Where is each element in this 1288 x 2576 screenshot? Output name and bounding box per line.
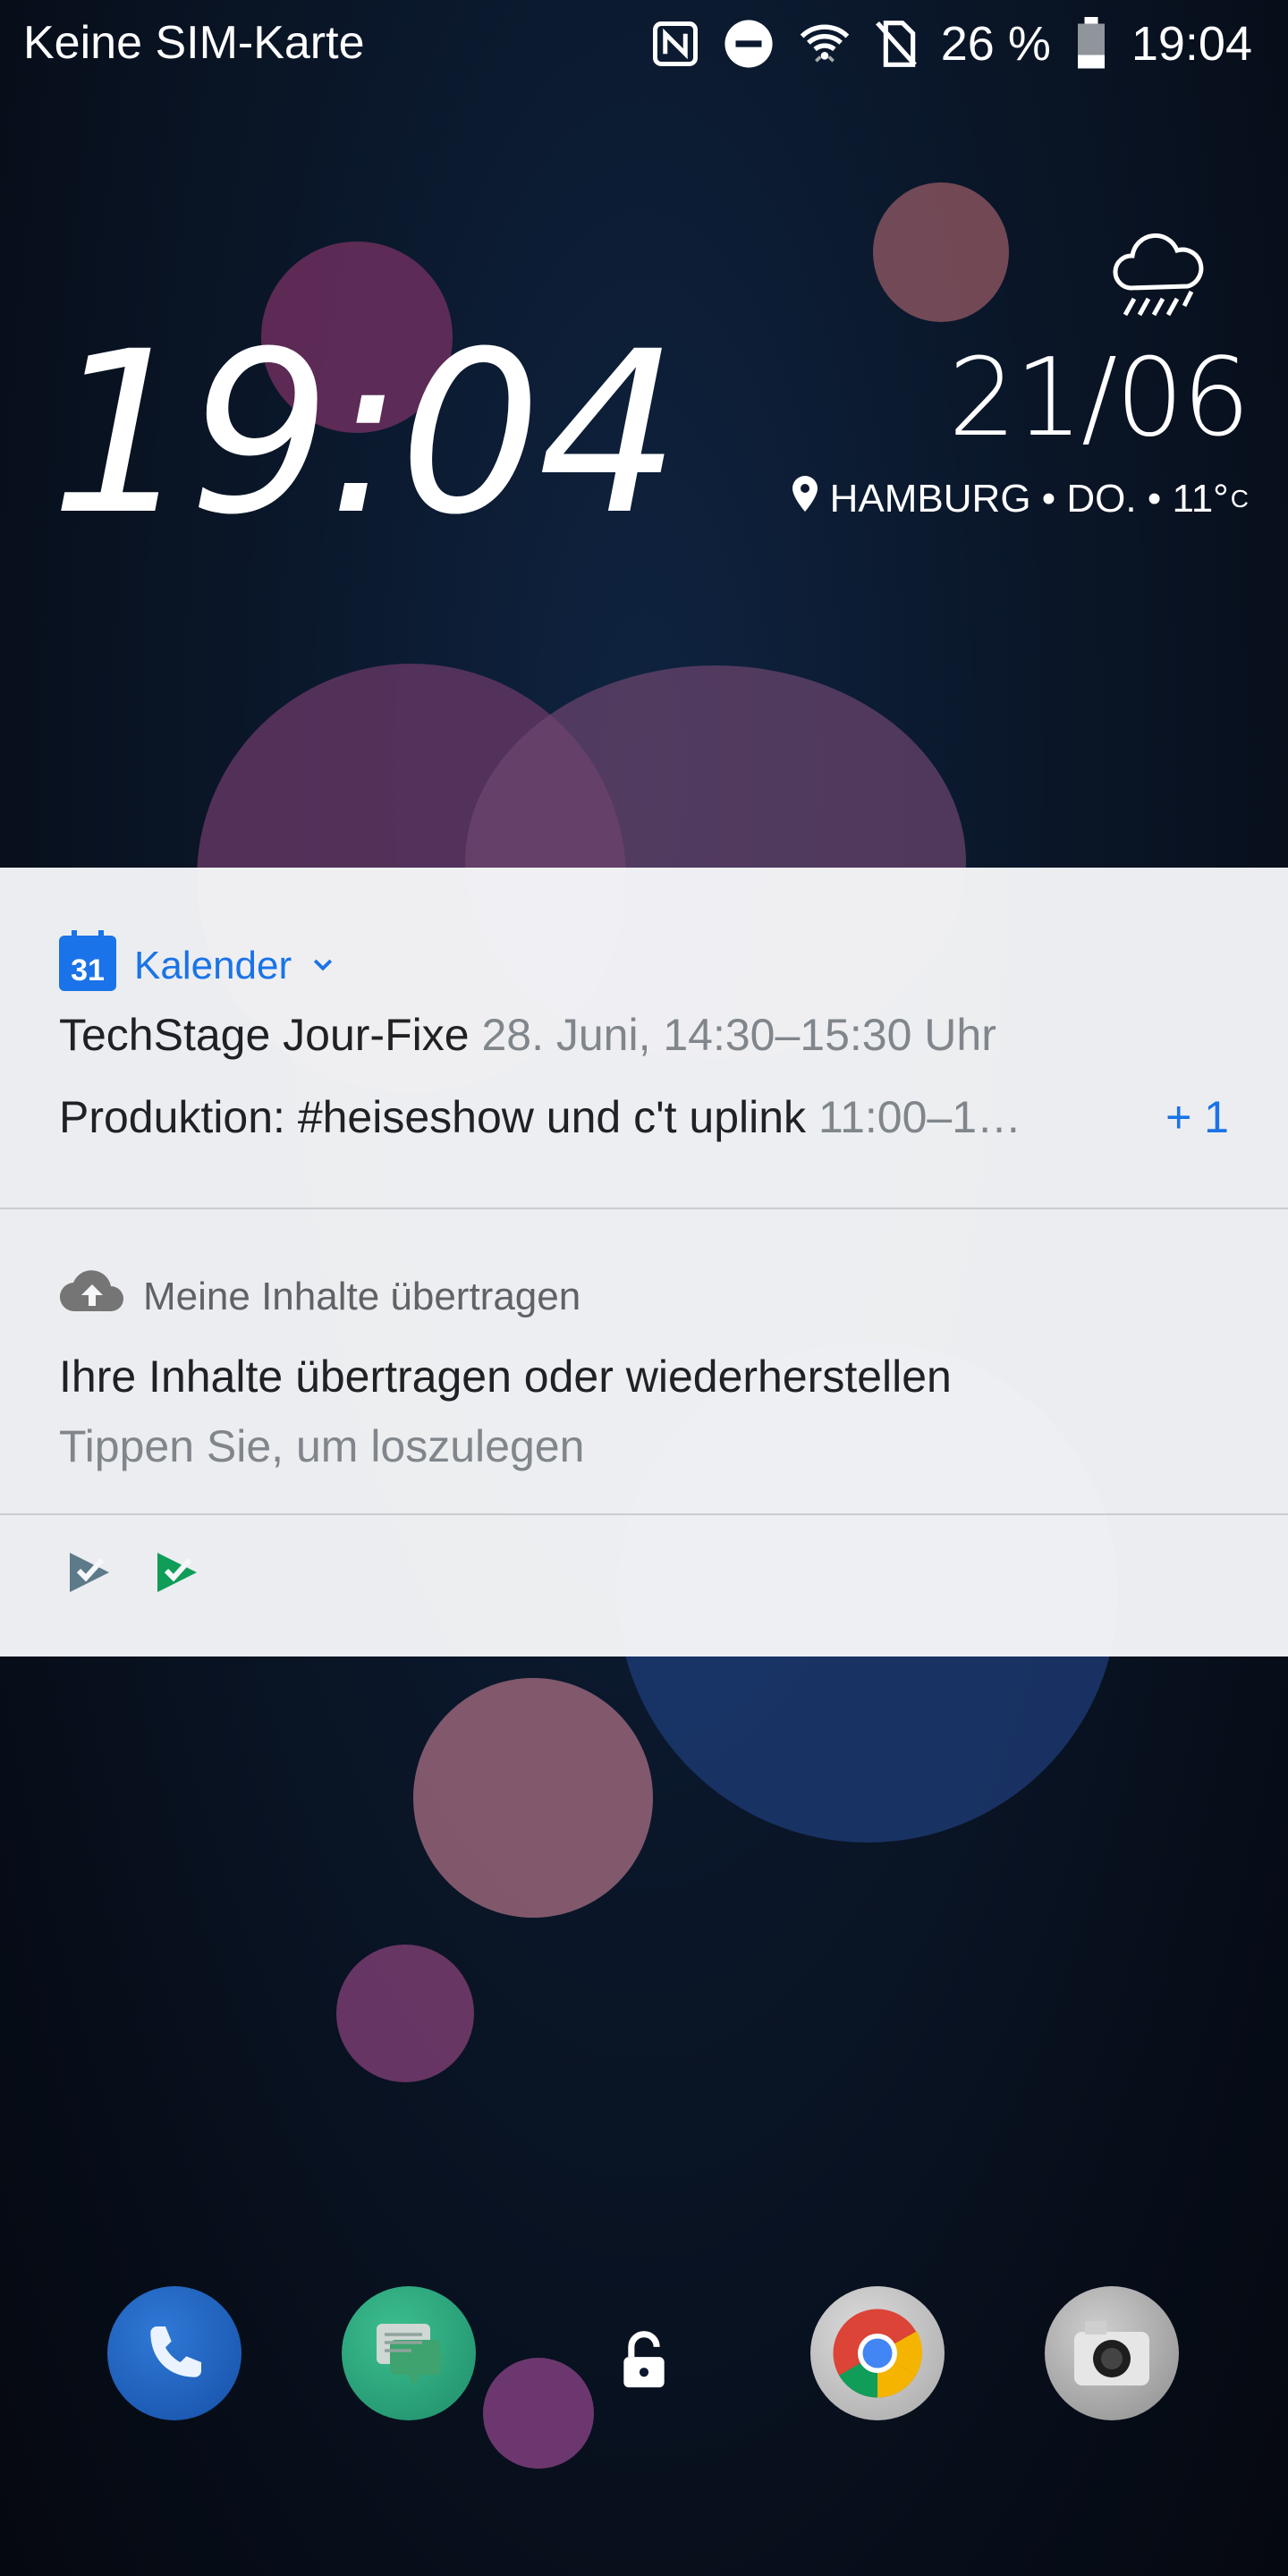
transfer-title: Ihre Inhalte übertragen oder wiederherst… <box>59 1352 952 1402</box>
battery-icon <box>1074 17 1108 71</box>
event-2-time: 11:00–1… <box>818 1092 1021 1142</box>
calendar-app-icon: 31 <box>59 930 116 1001</box>
calendar-icon-day: 31 <box>71 953 105 987</box>
rain-cloud-icon <box>1106 231 1213 334</box>
battery-percent: 26 % <box>940 17 1051 71</box>
transfer-app-name: Meine Inhalte übertragen <box>143 1274 581 1318</box>
lockscreen-clock: 19:04 <box>50 303 680 564</box>
calendar-event-2[interactable]: Produktion: #heiseshow und c't uplink 11… <box>59 1091 1021 1143</box>
date-weather-widget[interactable]: 21/06 HAMBURG • DO. • 11° C <box>792 231 1250 521</box>
event-2-title: Produktion: #heiseshow und c't uplink <box>59 1092 807 1142</box>
calendar-notification[interactable]: 31 Kalender TechStage Jour-Fixe 28. Juni… <box>0 868 1288 1209</box>
notification-panel: 31 Kalender TechStage Jour-Fixe 28. Juni… <box>0 868 1288 1657</box>
cloud-upload-icon <box>59 1268 125 1325</box>
status-time: 19:04 <box>1131 17 1252 71</box>
wallpaper-blob <box>483 2358 594 2469</box>
collapsed-notifications-row[interactable] <box>0 1515 1288 1657</box>
status-bar: Keine SIM-Karte 26 % 19:04 <box>0 0 1288 86</box>
calendar-event-1[interactable]: TechStage Jour-Fixe 28. Juni, 14:30–15:3… <box>59 1009 996 1061</box>
carrier-label: Keine SIM-Karte <box>23 17 365 69</box>
lockscreen-date: 21/06 <box>948 336 1250 461</box>
unlock-icon[interactable] <box>617 2329 671 2394</box>
wallpaper-blob <box>336 1945 474 2082</box>
notification-header[interactable]: 31 Kalender <box>59 930 336 1001</box>
chevron-down-icon[interactable] <box>309 944 336 988</box>
event-1-time: 28. Juni, 14:30–15:30 Uhr <box>481 1010 996 1060</box>
temperature-unit: C <box>1230 484 1249 513</box>
phone-app-icon[interactable] <box>107 2286 242 2420</box>
tasks-green-icon <box>152 1547 202 1602</box>
transfer-subtitle: Tippen Sie, um loszulegen <box>59 1421 585 1471</box>
tasks-grey-icon <box>64 1547 114 1602</box>
more-events-badge[interactable]: + 1 <box>1165 1091 1229 1143</box>
calendar-app-name: Kalender <box>134 943 292 987</box>
no-sim-icon <box>875 19 918 69</box>
nfc-icon <box>651 20 699 68</box>
event-1-title: TechStage Jour-Fixe <box>59 1010 470 1060</box>
location-line: HAMBURG • DO. • 11° C <box>792 476 1249 521</box>
camera-app-icon[interactable] <box>1045 2286 1179 2420</box>
location-pin-icon <box>792 476 818 521</box>
wifi-icon <box>798 18 852 70</box>
location-weather-text: HAMBURG • DO. • 11° <box>829 476 1229 521</box>
chrome-app-icon[interactable] <box>810 2286 945 2420</box>
transfer-notification[interactable]: Meine Inhalte übertragen Ihre Inhalte üb… <box>0 1209 1288 1515</box>
notification-header: Meine Inhalte übertragen <box>59 1268 580 1325</box>
wallpaper-blob <box>413 1678 653 1918</box>
messages-app-icon[interactable] <box>342 2286 476 2420</box>
dnd-icon <box>723 18 775 70</box>
